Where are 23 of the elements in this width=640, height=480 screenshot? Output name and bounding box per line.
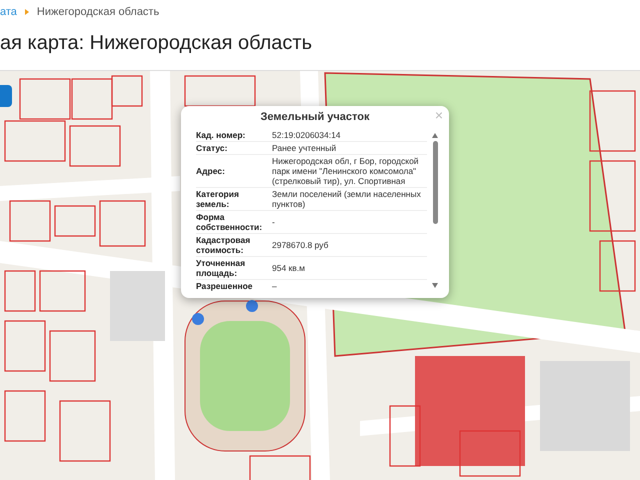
close-button[interactable]: × [434, 108, 443, 122]
field-value: - [272, 217, 276, 227]
field-label: Статус: [196, 143, 228, 153]
breadcrumb-current: Нижегородская область [36, 4, 160, 20]
field-label: Кад. номер: [196, 130, 246, 140]
field-value: 52:19:0206034:14 [272, 130, 342, 140]
field-label: Категория земель: [196, 189, 240, 209]
field-label: Форма собственности: [196, 212, 264, 232]
field-label: Разрешенное [196, 281, 254, 291]
field-value: Ранее учтенный [272, 143, 338, 153]
field-value: Нижегородская обл, г Бор, городской парк имени "Ленинского комсомола" (стрелковый тир), ул. Спортивная [272, 156, 420, 186]
field-value: Земли поселений (земли населенных пунктов) [272, 189, 422, 209]
chevron-icon [24, 9, 29, 15]
field-label: Адрес: [196, 166, 226, 176]
field-label: Кадастровая стоимость: [196, 235, 252, 255]
breadcrumb-link[interactable]: ата [0, 4, 17, 20]
map-control-button[interactable] [0, 85, 12, 107]
field-label: Уточненная площадь: [196, 258, 246, 278]
page-title: ая карта: Нижегородская область [0, 31, 314, 56]
field-value: 2978670.8 руб [272, 240, 330, 250]
field-value: – [272, 281, 278, 291]
popup-title: Земельный участок [260, 110, 370, 126]
field-value: 954 кв.м [272, 263, 306, 273]
